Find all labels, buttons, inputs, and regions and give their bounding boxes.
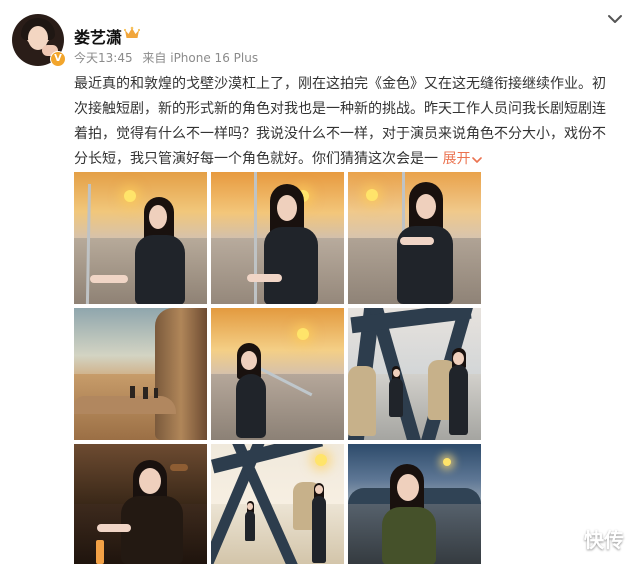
verified-badge: V bbox=[50, 51, 66, 67]
watermark: 快传 bbox=[584, 528, 624, 552]
photo-2[interactable] bbox=[211, 172, 344, 304]
expand-label: 展开 bbox=[442, 151, 471, 167]
chevron-down-small-icon bbox=[472, 156, 483, 163]
photo-6[interactable] bbox=[348, 308, 481, 440]
photo-7[interactable] bbox=[74, 444, 207, 564]
photo-4[interactable] bbox=[74, 308, 207, 440]
post-line-1: 最近真的和敦煌的戈壁沙漠杠上了，刚在这拍完《金色》又在这无缝衔接继续作业。初 bbox=[74, 76, 606, 92]
expand-link[interactable]: 展开 bbox=[442, 147, 483, 172]
crown-icon bbox=[124, 26, 140, 38]
post-text: 最近真的和敦煌的戈壁沙漠杠上了，刚在这拍完《金色》又在这无缝衔接继续作业。初 次… bbox=[74, 72, 618, 172]
post-meta: 今天13:45 来自 iPhone 16 Plus bbox=[74, 49, 264, 66]
photo-5[interactable] bbox=[211, 308, 344, 440]
chevron-down-icon[interactable] bbox=[607, 13, 623, 25]
photo-8[interactable] bbox=[211, 444, 344, 564]
photo-9[interactable] bbox=[348, 444, 481, 564]
post-line-3: 着拍，觉得有什么不一样吗？我说没什么不一样，对于演员来说角色不分大小，戏份不 bbox=[74, 126, 606, 142]
post-line-4: 分长短，我只管演好每一个角色就好。你们猜猜这次会是一 展开 bbox=[74, 147, 618, 172]
username[interactable]: 娄艺潇 bbox=[74, 24, 122, 48]
photo-3[interactable] bbox=[348, 172, 481, 304]
post-line-4-text: 分长短，我只管演好每一个角色就好。你们猜猜这次会是一 bbox=[74, 151, 438, 167]
photo-1[interactable] bbox=[74, 172, 207, 304]
post-line-2: 次接触短剧，新的形式新的角色对我也是一种新的挑战。昨天工作人员问我长剧短剧连 bbox=[74, 101, 606, 117]
post-time: 今天13:45 bbox=[74, 51, 133, 65]
post-source: 来自 iPhone 16 Plus bbox=[142, 51, 259, 65]
